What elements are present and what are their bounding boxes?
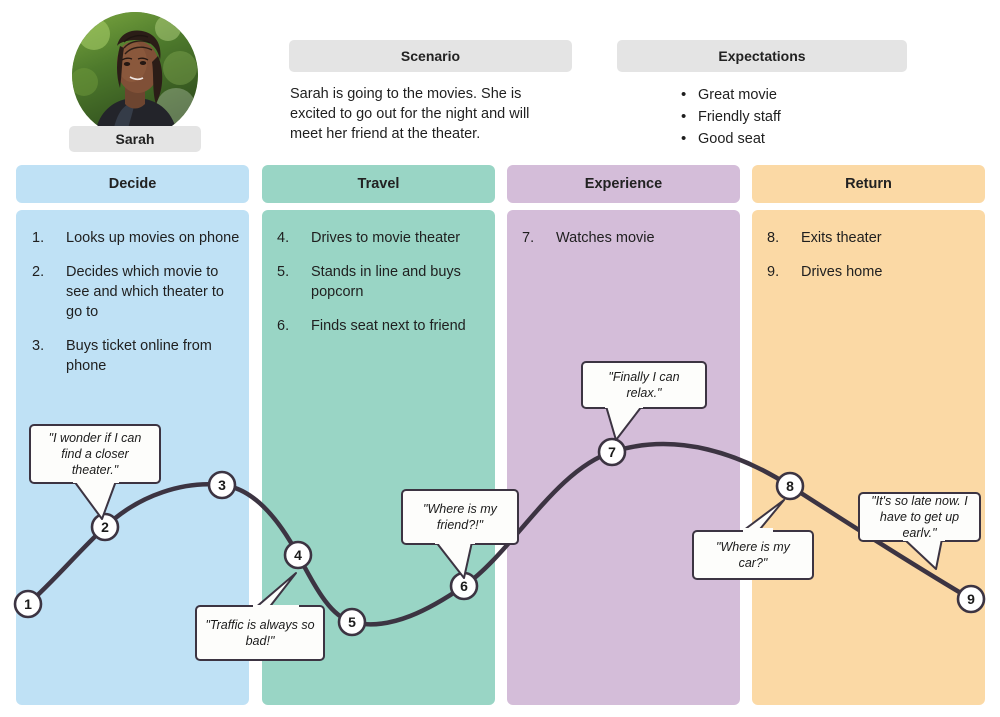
quote-bubble-late: "It's so late now. I have to get up earl… — [858, 492, 981, 542]
list-item: 7. Watches movie — [522, 228, 732, 248]
list-item: Good seat — [676, 128, 936, 150]
scenario-text: Sarah is going to the movies. She is exc… — [290, 86, 530, 142]
step-text: Watches movie — [556, 230, 655, 246]
stage-header-experience[interactable]: Experience — [507, 165, 740, 203]
expectations-list: Great movie Friendly staff Good seat — [676, 84, 936, 150]
step-number: 8. — [767, 230, 780, 246]
stage-steps-decide: 1. Looks up movies on phone 2. Decides whi… — [32, 228, 242, 390]
stage-header-travel[interactable]: Travel — [262, 165, 495, 203]
step-number: 5. — [277, 264, 290, 280]
list-item: 8. Exits theater — [767, 228, 977, 248]
step-number: 7. — [522, 230, 535, 246]
step-text: Finds seat next to friend — [311, 318, 466, 334]
list-item: 3. Buys ticket online from phone — [32, 336, 242, 376]
list-item: 9. Drives home — [767, 262, 977, 282]
step-number: 2. — [32, 264, 45, 280]
quote-bubble-traffic: "Traffic is always so bad!" — [195, 605, 325, 661]
step-number: 6. — [277, 318, 290, 334]
quote-tail-late — [902, 537, 950, 573]
step-text: Exits theater — [801, 230, 882, 246]
portrait-photo-icon — [72, 12, 198, 138]
step-text: Looks up movies on phone — [66, 230, 240, 246]
avatar — [72, 12, 198, 138]
quote-bubble-closer-theater: "I wonder if I can find a closer theater… — [29, 424, 161, 484]
quote-tail-car — [742, 498, 792, 538]
step-number: 1. — [32, 230, 45, 246]
persona-block: Sarah — [69, 12, 201, 152]
step-text: Drives home — [801, 264, 883, 280]
quote-bubble-relax: "Finally I can relax." — [581, 361, 707, 409]
list-item: 4. Drives to movie theater — [277, 228, 487, 248]
stage-header-return[interactable]: Return — [752, 165, 985, 203]
step-text: Stands in line and buys popcorn — [311, 264, 461, 300]
step-text: Decides which movie to see and which the… — [66, 264, 224, 320]
scenario-title: Scenario — [289, 40, 572, 72]
quote-tail-relax — [602, 404, 648, 444]
list-item: 2. Decides which movie to see and which t… — [32, 262, 242, 322]
quote-tail-closer-theater — [72, 479, 130, 521]
step-number: 4. — [277, 230, 290, 246]
list-item: Friendly staff — [676, 106, 936, 128]
quote-bubble-friend: "Where is my friend?!" — [401, 489, 519, 545]
expectations-title: Expectations — [617, 40, 907, 72]
stage-panel-experience — [507, 210, 740, 705]
step-number: 3. — [32, 338, 45, 354]
quote-tail-traffic — [252, 571, 304, 613]
stage-steps-experience: 7. Watches movie — [522, 228, 732, 262]
stage-steps-travel: 4. Drives to movie theater 5. Stands in li… — [277, 228, 487, 350]
quote-tail-friend — [434, 540, 480, 580]
stage-header-decide[interactable]: Decide — [16, 165, 249, 203]
list-item: 1. Looks up movies on phone — [32, 228, 242, 248]
step-text: Drives to movie theater — [311, 230, 461, 246]
list-item: 6. Finds seat next to friend — [277, 316, 487, 336]
persona-name: Sarah — [69, 126, 201, 152]
list-item: 5. Stands in line and buys popcorn — [277, 262, 487, 302]
stage-steps-return: 8. Exits theater 9. Drives home — [767, 228, 977, 296]
list-item: Great movie — [676, 84, 936, 106]
journey-map-canvas: Sarah Scenario Sarah is going to the mov… — [0, 0, 1000, 717]
step-text: Buys ticket online from phone — [66, 338, 212, 374]
step-number: 9. — [767, 264, 780, 280]
